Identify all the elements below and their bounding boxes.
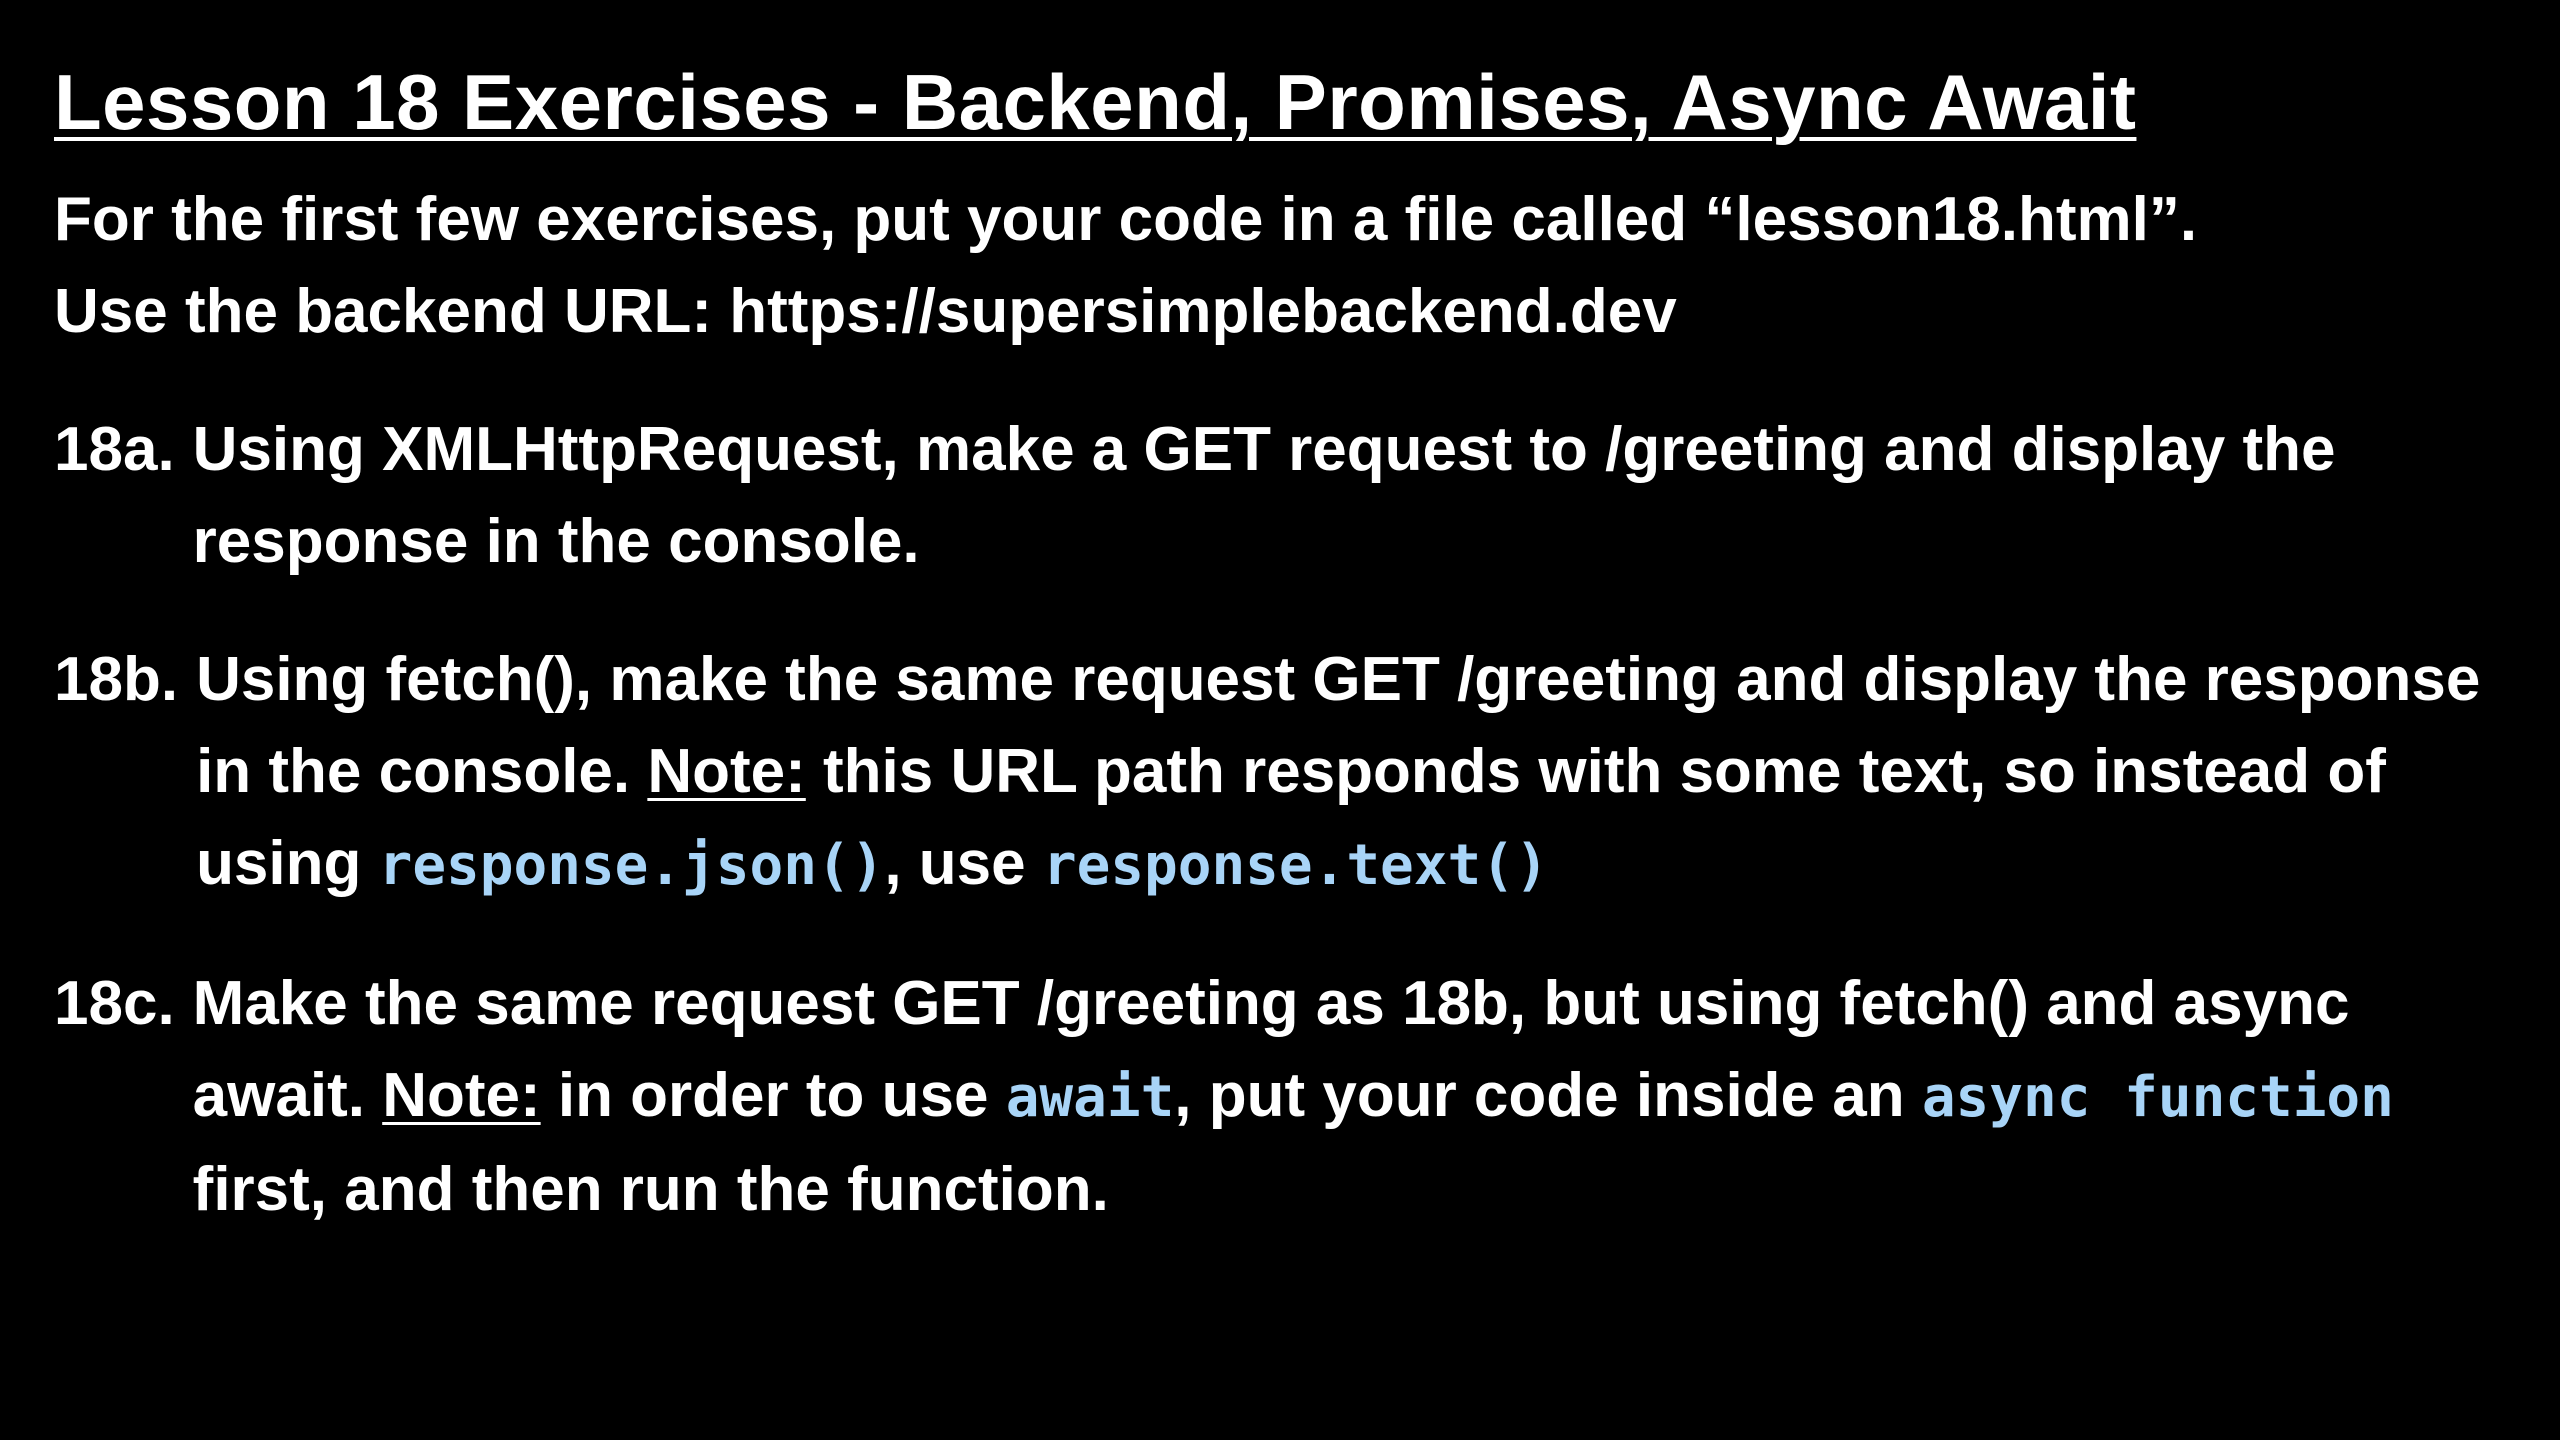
code-async-function: async function [1921,1065,2394,1130]
exercise-18a-text: Using XMLHttpRequest, make a GET request… [192,415,2336,576]
note-label: Note: [647,737,806,806]
lesson-title: Lesson 18 Exercises - Backend, Promises,… [54,58,2137,146]
exercise-label: 18c. [54,969,175,1038]
exercise-18b: 18b. Using fetch(), make the same reques… [54,634,2514,912]
intro-text: For the first few exercises, put your co… [54,174,2514,358]
code-response-json: response.json() [378,833,885,898]
exercise-18c: 18c. Make the same request GET /greeting… [54,958,2514,1236]
exercise-text: Make the same request GET /greeting as 1… [193,958,2514,1236]
exercise-18a: 18a. Using XMLHttpRequest, make a GET re… [54,404,2514,588]
exercise-18c-text-3: , put your code inside an [1174,1061,1905,1130]
exercise-18c-text-2: in order to use [557,1061,989,1130]
exercise-text: Using fetch(), make the same request GET… [196,634,2514,912]
intro-line-1: For the first few exercises, put your co… [54,185,2198,254]
exercise-label: 18b. [54,645,179,714]
code-await: await [1005,1065,1175,1130]
exercise-18c-text-4: first, and then run the function. [192,1155,1109,1224]
exercise-label: 18a. [54,415,175,484]
intro-line-2: Use the backend URL: https://supersimple… [54,277,1677,346]
note-label: Note: [382,1061,541,1130]
exercise-text: Using XMLHttpRequest, make a GET request… [193,404,2514,588]
exercise-18b-text-3: , use [884,829,1026,898]
slide: Lesson 18 Exercises - Backend, Promises,… [54,48,2514,1236]
code-response-text: response.text() [1042,833,1549,898]
